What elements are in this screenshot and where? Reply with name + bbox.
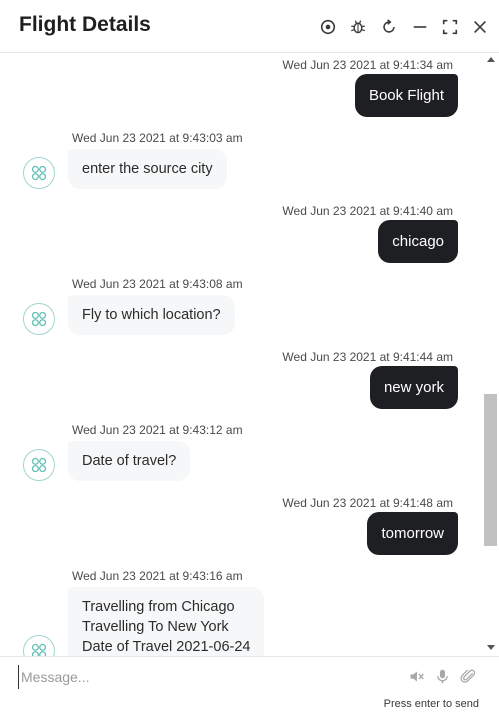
bot-avatar-icon: [31, 643, 47, 656]
chat-transcript[interactable]: Wed Jun 23 2021 at 9:41:34 am Book Fligh…: [0, 53, 483, 656]
message-timestamp: Wed Jun 23 2021 at 9:41:44 am: [282, 350, 453, 364]
bot-message-line: Travelling from Chicago: [82, 599, 235, 615]
user-message-bubble: Book Flight: [354, 74, 458, 117]
page-title: Flight Details: [19, 13, 151, 36]
message-composer: [0, 656, 499, 696]
bug-icon[interactable]: [347, 16, 369, 38]
bot-message-bubble: enter the source city: [68, 149, 227, 189]
scroll-down-arrow-icon[interactable]: [487, 645, 495, 650]
target-icon[interactable]: [317, 16, 339, 38]
bot-message-line: Date of Travel 2021-06-24: [82, 639, 251, 655]
scrollbar-thumb[interactable]: [484, 394, 497, 546]
bot-avatar-icon: [31, 165, 47, 181]
speaker-mute-icon[interactable]: [406, 666, 426, 686]
send-hint: Press enter to send: [383, 698, 479, 710]
bot-avatar: [23, 449, 55, 481]
message-input[interactable]: [18, 665, 383, 689]
user-message-bubble: chicago: [378, 220, 458, 263]
attachment-icon[interactable]: [458, 666, 478, 686]
microphone-icon[interactable]: [432, 666, 452, 686]
message-timestamp: Wed Jun 23 2021 at 9:41:40 am: [282, 204, 453, 218]
message-timestamp: Wed Jun 23 2021 at 9:41:34 am: [282, 58, 453, 72]
chat-scrollbar[interactable]: [483, 53, 499, 656]
bot-message-bubble: Travelling from Chicago Travelling To Ne…: [68, 587, 265, 656]
minimize-icon[interactable]: [409, 16, 431, 38]
user-message-bubble: tomorrow: [367, 512, 458, 555]
message-timestamp: Wed Jun 23 2021 at 9:43:03 am: [72, 131, 243, 145]
bot-avatar: [23, 157, 55, 189]
chat-header: Flight Details: [0, 0, 499, 53]
message-timestamp: Wed Jun 23 2021 at 9:43:16 am: [72, 569, 243, 583]
scroll-up-arrow-icon[interactable]: [487, 57, 495, 62]
message-timestamp: Wed Jun 23 2021 at 9:43:08 am: [72, 277, 243, 291]
bot-avatar: [23, 303, 55, 335]
bot-avatar: [23, 635, 55, 656]
bot-message-bubble: Fly to which location?: [68, 295, 235, 335]
bot-message-line: Travelling To New York: [82, 619, 229, 635]
message-timestamp: Wed Jun 23 2021 at 9:41:48 am: [282, 496, 453, 510]
refresh-icon[interactable]: [378, 16, 400, 38]
user-message-bubble: new york: [369, 366, 458, 409]
expand-icon[interactable]: [439, 16, 461, 38]
bot-avatar-icon: [31, 311, 47, 327]
bot-avatar-icon: [31, 457, 47, 473]
close-icon[interactable]: [469, 16, 491, 38]
bot-message-bubble: Date of travel?: [68, 441, 191, 481]
message-timestamp: Wed Jun 23 2021 at 9:43:12 am: [72, 423, 243, 437]
